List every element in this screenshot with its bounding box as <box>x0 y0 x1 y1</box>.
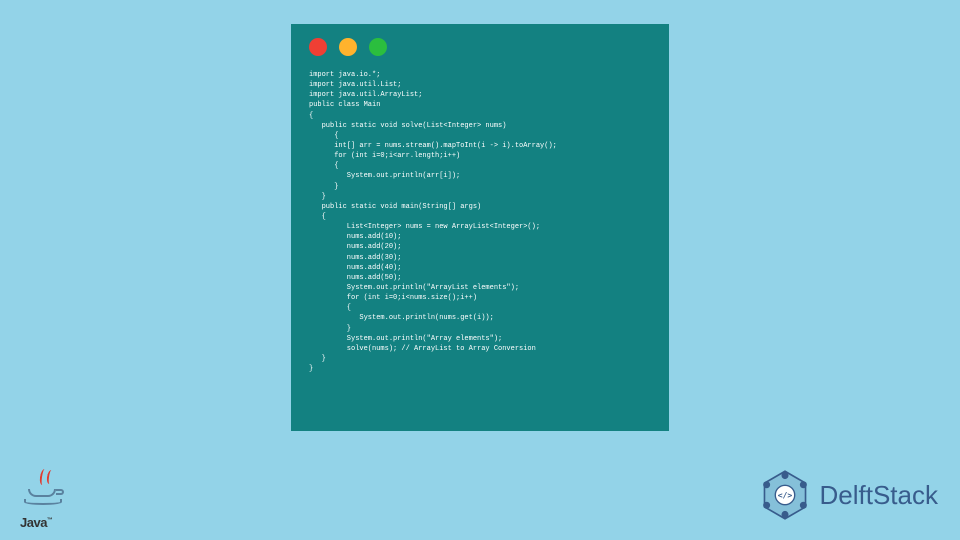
java-logo: Java™ <box>20 471 72 531</box>
java-text: Java™ <box>20 515 72 530</box>
java-cup-icon <box>24 471 66 513</box>
close-icon <box>309 38 327 56</box>
window-controls <box>309 38 651 56</box>
maximize-icon <box>369 38 387 56</box>
delftstack-logo: </> DelftStack <box>758 468 939 522</box>
minimize-icon <box>339 38 357 56</box>
delftstack-text: DelftStack <box>820 480 939 511</box>
svg-text:</>: </> <box>777 490 792 500</box>
code-content: import java.io.*; import java.util.List;… <box>309 70 651 374</box>
code-window: import java.io.*; import java.util.List;… <box>291 24 669 431</box>
delftstack-icon: </> <box>758 468 812 522</box>
